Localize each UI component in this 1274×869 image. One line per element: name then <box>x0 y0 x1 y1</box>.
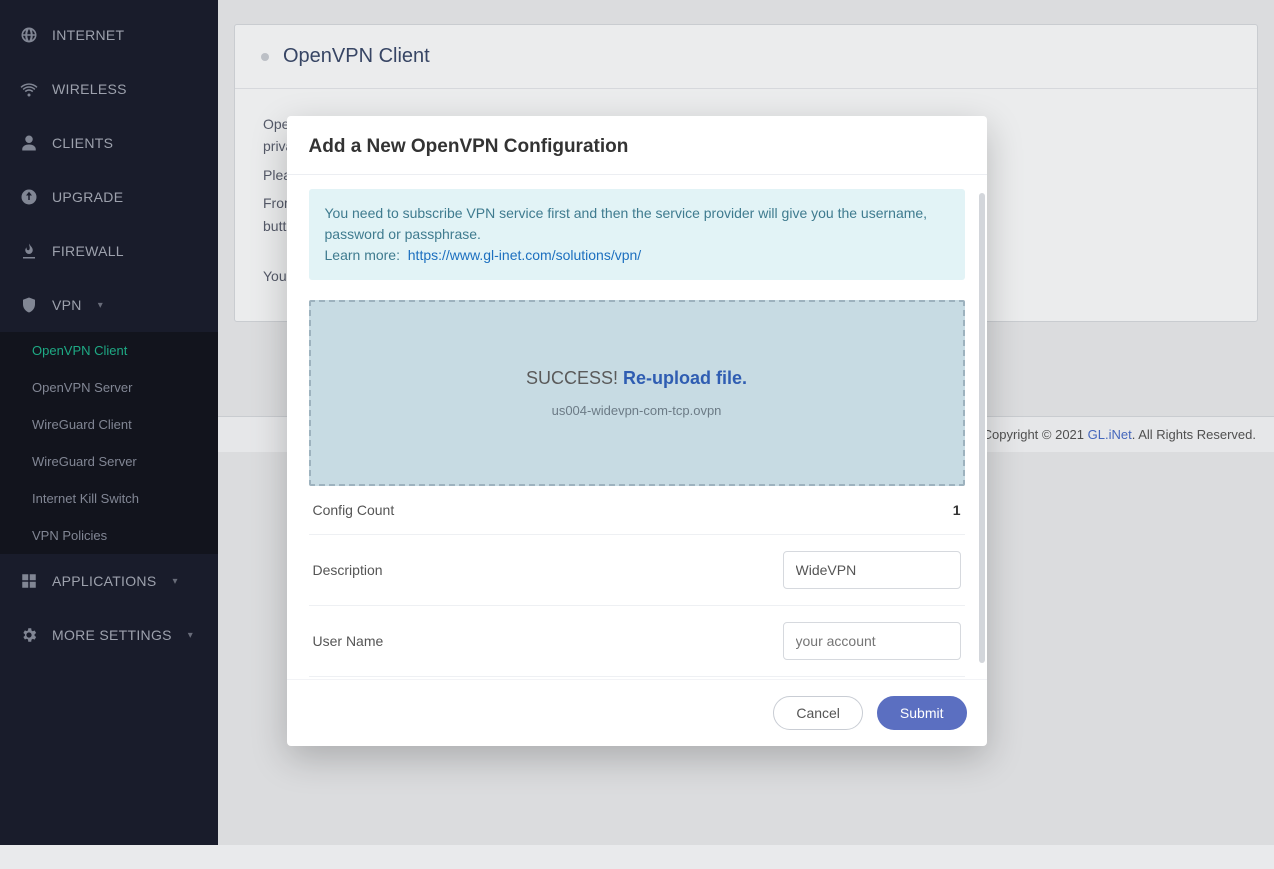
upload-success-text: SUCCESS! <box>526 368 618 388</box>
config-count-label: Config Count <box>313 502 395 518</box>
submit-button[interactable]: Submit <box>877 696 967 730</box>
modal-scrollbar[interactable] <box>979 193 985 679</box>
info-box: You need to subscribe VPN service first … <box>309 189 965 280</box>
config-count-value: 1 <box>953 502 961 518</box>
username-label: User Name <box>313 633 384 649</box>
uploaded-filename: us004-widevpn-com-tcp.ovpn <box>552 403 722 418</box>
modal-title: Add a New OpenVPN Configuration <box>309 136 965 158</box>
learn-more-link[interactable]: https://www.gl-inet.com/solutions/vpn/ <box>408 247 641 263</box>
description-input[interactable] <box>783 551 961 589</box>
reupload-link[interactable]: Re-upload file. <box>624 368 748 388</box>
description-label: Description <box>313 562 383 578</box>
cancel-button[interactable]: Cancel <box>774 696 864 730</box>
add-openvpn-config-modal: Add a New OpenVPN Configuration You need… <box>287 116 987 746</box>
info-text: You need to subscribe VPN service first … <box>325 203 949 245</box>
upload-dropzone[interactable]: SUCCESS! Re-upload file. us004-widevpn-c… <box>309 300 965 486</box>
learn-more-label: Learn more: <box>325 247 400 263</box>
username-input[interactable] <box>783 622 961 660</box>
